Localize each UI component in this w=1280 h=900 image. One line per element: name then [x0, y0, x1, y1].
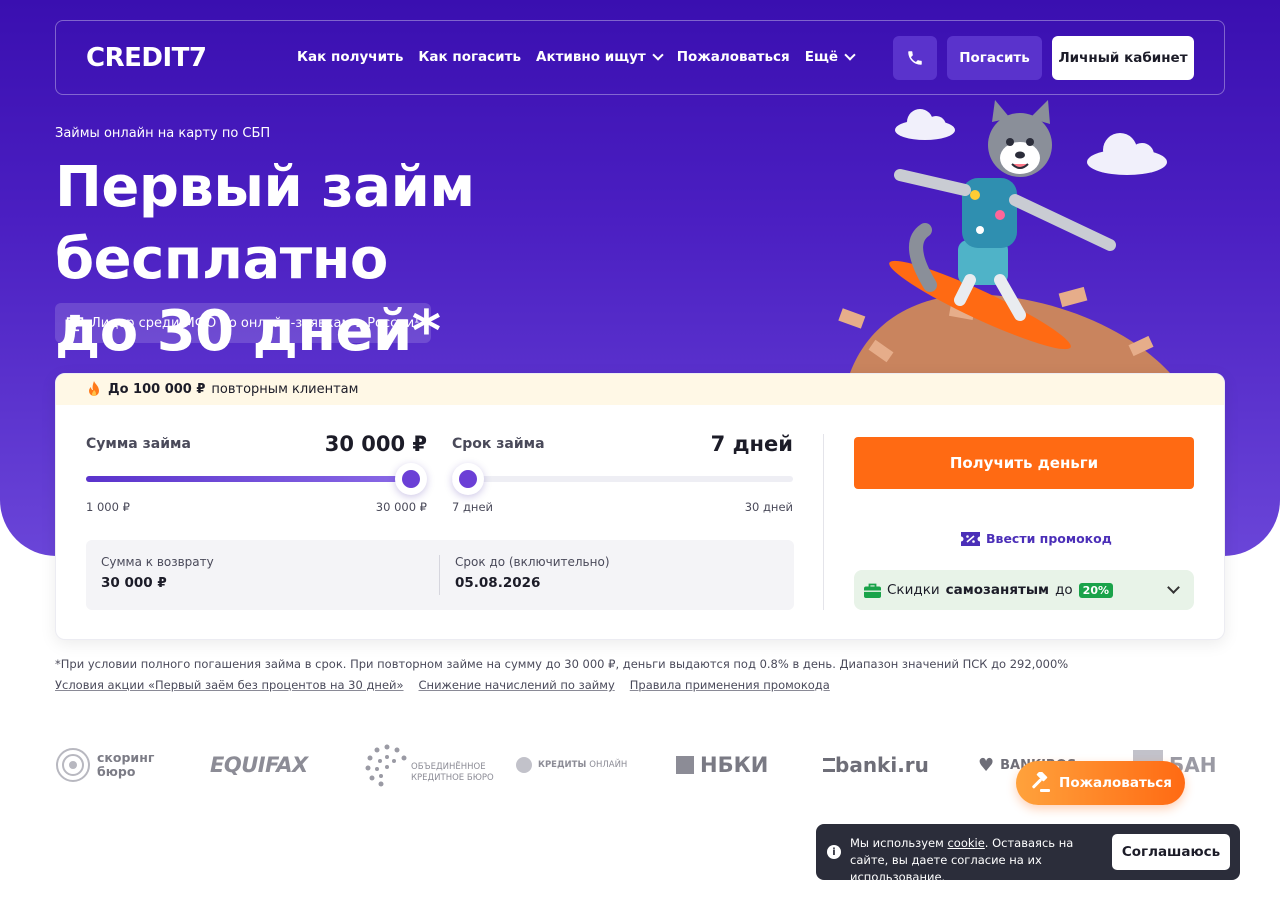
- return-amount-value: 30 000 ₽: [101, 575, 167, 591]
- due-date-label: Срок до (включительно): [455, 555, 610, 569]
- self-employed-discount[interactable]: Скидки самозанятым до 20%: [854, 570, 1194, 610]
- ticket-icon: [961, 531, 980, 546]
- hero-subtitle: Займы онлайн на карту по СБП: [55, 126, 271, 141]
- cookie-text: Мы используем cookie. Оставаясь на сайте…: [850, 835, 1110, 886]
- phone-button[interactable]: [893, 36, 937, 80]
- info-icon: i: [827, 845, 841, 859]
- promo-terms-link[interactable]: Условия акции «Первый заём без процентов…: [55, 678, 404, 692]
- loan-summary: Сумма к возврату 30 000 ₽ Срок до (включ…: [86, 540, 794, 610]
- get-money-button[interactable]: Получить деньги: [854, 437, 1194, 489]
- due-date-cell: Срок до (включительно) 05.08.2026: [440, 540, 625, 610]
- term-slider-thumb[interactable]: [452, 463, 484, 495]
- nav-label: Как получить: [297, 49, 404, 65]
- self-employed-bold: самозанятым: [945, 582, 1050, 598]
- promo-code-label: Ввести промокод: [986, 531, 1112, 546]
- nbki-logo-icon: [676, 756, 694, 774]
- nbki-text: НБКИ: [700, 753, 769, 777]
- cookie-accept-button[interactable]: Соглашаюсь: [1112, 834, 1230, 870]
- nav-label: Активно ищут: [536, 49, 646, 65]
- husky-surfer-illustration: [838, 100, 1170, 373]
- amount-value: 30 000 ₽: [324, 432, 427, 456]
- banki-text: banki.ru: [835, 753, 929, 777]
- husky-tail: [908, 223, 937, 292]
- nav-more[interactable]: Ещё: [804, 49, 856, 65]
- discount-badge: 20%: [1078, 582, 1114, 598]
- amount-slider-block: Сумма займа 30 000 ₽ 1 000 ₽ 30 000 ₽: [86, 432, 427, 514]
- okb-text: ОБЪЕДИНЁННОЕ КРЕДИТНОЕ БЮРО: [411, 762, 494, 784]
- return-amount-label: Сумма к возврату: [101, 555, 214, 569]
- nav-popular[interactable]: Активно ищут: [536, 49, 664, 65]
- nav-complain[interactable]: Пожаловаться: [677, 49, 790, 65]
- nav-how-to-get[interactable]: Как получить: [297, 49, 403, 65]
- complain-label: Пожаловаться: [1059, 775, 1172, 791]
- promo-code-link[interactable]: Ввести промокод: [961, 531, 1112, 546]
- partner-nbki: НБКИ: [676, 753, 823, 777]
- partner-banki: banki.ru: [823, 753, 978, 777]
- chevron-down-icon: [652, 49, 664, 61]
- partner-okb: ОБЪЕДИНЁННОЕ КРЕДИТНОЕ БЮРО: [363, 741, 516, 789]
- self-employed-mid: до: [1055, 582, 1073, 598]
- credits-online-logo-icon: [516, 757, 532, 773]
- promo-rules-link[interactable]: Правила применения промокода: [630, 678, 830, 692]
- amount-slider-fill: [86, 476, 411, 482]
- complain-button[interactable]: Пожаловаться: [1016, 761, 1185, 805]
- repeat-clients-text: повторным клиентам: [211, 382, 359, 397]
- main-nav: Как получить Как погасить Активно ищут П…: [297, 49, 856, 65]
- repeat-clients-banner: До 100 000 ₽ повторным клиентам: [56, 374, 1224, 405]
- cookie-text-before: Мы используем: [850, 836, 944, 850]
- scoring-line-2: бюро: [97, 764, 136, 779]
- briefcase-icon: [864, 583, 881, 598]
- nav-label: Ещё: [804, 49, 839, 65]
- calculator-divider: [823, 434, 824, 610]
- nav-label: Как погасить: [418, 49, 521, 65]
- partner-credits-online: КРЕДИТЫ ОНЛАЙН: [516, 757, 676, 773]
- logo[interactable]: CREDIT7: [86, 43, 207, 73]
- okb-line-1: ОБЪЕДИНЁННОЕ: [411, 762, 486, 772]
- leader-badge: Лидер среди МФО по онлайн-заявкам в Росс…: [55, 303, 432, 343]
- term-value: 7 дней: [710, 432, 793, 456]
- okb-line-2: КРЕДИТНОЕ БЮРО: [411, 773, 494, 783]
- term-max: 30 дней: [744, 500, 793, 514]
- amount-slider-track[interactable]: [86, 463, 427, 495]
- nav-how-to-pay[interactable]: Как погасить: [418, 49, 521, 65]
- term-min: 7 дней: [452, 500, 493, 514]
- gavel-icon: [1032, 772, 1051, 792]
- reduced-charges-link[interactable]: Снижение начислений по займу: [419, 678, 615, 692]
- trophy-icon: [66, 314, 84, 332]
- scoring-bureau-text: скоринг бюро: [97, 751, 154, 779]
- return-amount-cell: Сумма к возврату 30 000 ₽: [86, 540, 229, 610]
- okb-logo-icon: [365, 744, 407, 787]
- personal-cabinet-button[interactable]: Личный кабинет: [1052, 36, 1194, 80]
- leader-badge-text: Лидер среди МФО по онлайн-заявкам в Росс…: [91, 315, 420, 331]
- repeat-clients-amount: До 100 000 ₽: [108, 382, 206, 397]
- term-slider-block: Срок займа 7 дней 7 дней 30 дней: [452, 432, 793, 514]
- credits-online-light: ОНЛАЙН: [589, 760, 628, 770]
- cookie-link[interactable]: cookie: [947, 836, 984, 850]
- amount-max: 30 000 ₽: [375, 500, 427, 514]
- due-date-value: 05.08.2026: [455, 575, 541, 591]
- pay-button[interactable]: Погасить: [947, 36, 1042, 80]
- partner-scoring-bureau: скоринг бюро: [55, 747, 210, 783]
- cookie-banner: i Мы используем cookie. Оставаясь на сай…: [816, 824, 1240, 884]
- footnote: *При условии полного погашения займа в с…: [55, 657, 1069, 671]
- amount-min: 1 000 ₽: [86, 500, 130, 514]
- chevron-down-icon: [844, 49, 856, 61]
- partner-equifax: EQUIFAX: [210, 753, 308, 777]
- conditions-links: Условия акции «Первый заём без процентов…: [55, 678, 830, 692]
- fire-icon: [89, 380, 99, 396]
- nav-label: Пожаловаться: [676, 49, 790, 65]
- title-line-1: Первый займ бесплатно: [55, 155, 475, 292]
- scoring-bureau-logo-icon: [56, 748, 90, 782]
- amount-slider-thumb[interactable]: [395, 463, 427, 495]
- heart-icon: ♥: [978, 754, 995, 776]
- site-header: CREDIT7 Как получить Как погасить Активн…: [55, 20, 1225, 95]
- loan-calculator: До 100 000 ₽ повторным клиентам Сумма за…: [55, 373, 1225, 640]
- scoring-line-1: скоринг: [97, 750, 155, 765]
- credits-online-bold: КРЕДИТЫ: [538, 760, 587, 770]
- banki-logo-icon: [823, 758, 835, 772]
- phone-icon: [908, 51, 922, 65]
- term-slider-track[interactable]: [452, 463, 793, 495]
- chevron-down-icon: [1167, 581, 1180, 594]
- self-employed-prefix: Скидки: [887, 582, 940, 598]
